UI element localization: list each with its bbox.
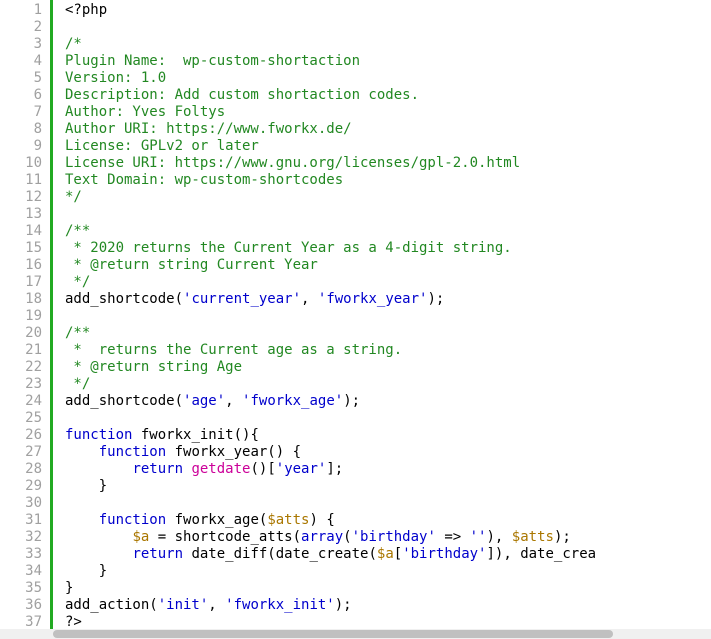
code-line: function fworkx_age($atts) { (65, 512, 711, 529)
code-line: function fworkx_init(){ (65, 427, 711, 444)
line-number: 27 (0, 444, 42, 461)
line-number-gutter: 1 2 3 4 5 6 7 8 9 10 11 12 13 14 15 16 1… (0, 0, 50, 639)
code-line: * @return string Age (65, 359, 711, 376)
code-line: */ (65, 274, 711, 291)
line-number: 36 (0, 597, 42, 614)
code-line: */ (65, 189, 711, 206)
code-line: */ (65, 376, 711, 393)
line-number: 10 (0, 155, 42, 172)
line-number: 15 (0, 240, 42, 257)
code-line: add_shortcode('current_year', 'fworkx_ye… (65, 291, 711, 308)
code-line: Author URI: https://www.fworkx.de/ (65, 121, 711, 138)
line-number: 33 (0, 546, 42, 563)
line-number: 30 (0, 495, 42, 512)
code-line: Plugin Name: wp-custom-shortaction (65, 53, 711, 70)
code-line (65, 206, 711, 223)
line-number: 29 (0, 478, 42, 495)
line-number: 35 (0, 580, 42, 597)
line-number: 32 (0, 529, 42, 546)
line-number: 28 (0, 461, 42, 478)
code-content[interactable]: <?php /* Plugin Name: wp-custom-shortact… (50, 0, 711, 639)
code-line: function fworkx_year() { (65, 444, 711, 461)
line-number: 6 (0, 87, 42, 104)
line-number: 24 (0, 393, 42, 410)
line-number: 19 (0, 308, 42, 325)
code-line: add_action('init', 'fworkx_init'); (65, 597, 711, 614)
code-line (65, 308, 711, 325)
code-line: } (65, 580, 711, 597)
code-editor: 1 2 3 4 5 6 7 8 9 10 11 12 13 14 15 16 1… (0, 0, 711, 639)
code-line (65, 410, 711, 427)
scrollbar-thumb[interactable] (53, 630, 613, 638)
code-line: Version: 1.0 (65, 70, 711, 87)
line-number: 18 (0, 291, 42, 308)
code-line (65, 495, 711, 512)
code-line: * @return string Current Year (65, 257, 711, 274)
code-line: * returns the Current age as a string. (65, 342, 711, 359)
code-line: $a = shortcode_atts(array('birthday' => … (65, 529, 711, 546)
code-line: return getdate()['year']; (65, 461, 711, 478)
line-number: 9 (0, 138, 42, 155)
line-number: 1 (0, 2, 42, 19)
line-number: 26 (0, 427, 42, 444)
line-number: 23 (0, 376, 42, 393)
code-line: <?php (65, 2, 711, 19)
line-number: 25 (0, 410, 42, 427)
line-number: 5 (0, 70, 42, 87)
code-line: /** (65, 325, 711, 342)
code-line: License: GPLv2 or later (65, 138, 711, 155)
line-number: 14 (0, 223, 42, 240)
line-number: 20 (0, 325, 42, 342)
code-line: Author: Yves Foltys (65, 104, 711, 121)
line-number: 8 (0, 121, 42, 138)
line-number: 22 (0, 359, 42, 376)
line-number: 2 (0, 19, 42, 36)
line-number: 12 (0, 189, 42, 206)
code-line: /* (65, 36, 711, 53)
line-number: 31 (0, 512, 42, 529)
line-number: 11 (0, 172, 42, 189)
code-line: Text Domain: wp-custom-shortcodes (65, 172, 711, 189)
code-line: * 2020 returns the Current Year as a 4-d… (65, 240, 711, 257)
code-line (65, 19, 711, 36)
code-line: /** (65, 223, 711, 240)
code-line: Description: Add custom shortaction code… (65, 87, 711, 104)
line-number: 16 (0, 257, 42, 274)
line-number: 3 (0, 36, 42, 53)
line-number: 34 (0, 563, 42, 580)
line-number: 4 (0, 53, 42, 70)
code-line: } (65, 478, 711, 495)
code-line: return date_diff(date_create($a['birthda… (65, 546, 711, 563)
horizontal-scrollbar[interactable] (0, 629, 711, 639)
line-number: 13 (0, 206, 42, 223)
line-number: 7 (0, 104, 42, 121)
code-line: } (65, 563, 711, 580)
code-line: License URI: https://www.gnu.org/license… (65, 155, 711, 172)
line-number: 21 (0, 342, 42, 359)
code-line: add_shortcode('age', 'fworkx_age'); (65, 393, 711, 410)
line-number: 17 (0, 274, 42, 291)
